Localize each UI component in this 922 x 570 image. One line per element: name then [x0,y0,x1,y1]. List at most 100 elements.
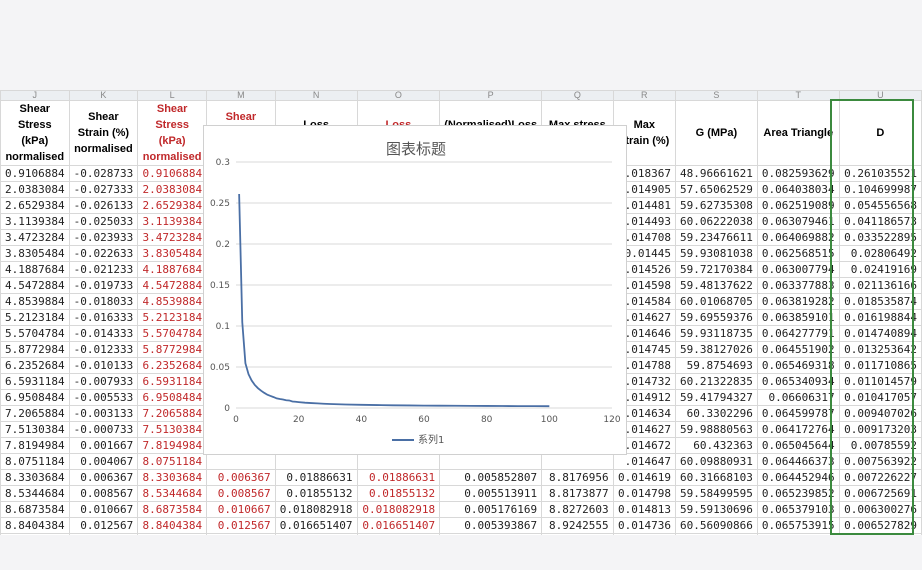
table-cell[interactable]: 7.5130384 [0,421,70,438]
column-letter[interactable]: M [206,90,276,101]
table-cell[interactable]: 0.007563922 [838,453,922,470]
table-cell[interactable]: -0.000733 [68,421,139,438]
table-cell[interactable]: 7.2065884 [137,405,208,422]
table-cell[interactable]: 0.014740894 [838,325,922,342]
column-header[interactable]: Shear Stress (kPa) normalised [0,100,70,166]
table-cell[interactable]: 0.016651407 [274,517,358,534]
table-cell[interactable]: 0.011710865 [838,357,922,374]
table-cell[interactable]: -0.023933 [68,229,139,246]
chart-panel[interactable]: 图表标题 0 0.05 0.1 0.15 0.2 0.25 0.3 0 20 40 60 80 100 1… [203,125,627,455]
table-cell[interactable]: 8.8176956 [541,469,614,486]
table-cell[interactable]: 8.6873584 [137,501,208,518]
table-cell[interactable]: 59.48137622 [674,277,758,294]
table-cell[interactable]: 8.9242555 [541,517,614,534]
table-cell[interactable]: 0.082593629 [756,165,840,182]
table-cell[interactable]: 5.2123184 [0,309,70,326]
table-cell[interactable]: 2.0383084 [0,181,70,198]
table-cell[interactable]: 0.005513911 [439,485,543,502]
table-cell[interactable]: -0.026133 [68,197,139,214]
column-letter[interactable]: J [0,90,70,101]
table-cell[interactable]: 0.054556568 [838,197,922,214]
table-cell[interactable]: 5.8772984 [0,341,70,358]
column-letter[interactable]: K [68,90,139,101]
table-cell[interactable]: 0.104699987 [838,181,922,198]
table-cell[interactable]: 8.5344684 [0,485,70,502]
table-cell[interactable]: -0.010133 [68,357,139,374]
table-cell[interactable]: 3.8305484 [137,245,208,262]
table-cell[interactable]: 0.01855132 [274,485,358,502]
column-letter[interactable]: P [439,90,543,101]
table-cell[interactable]: 0.00785592 [838,437,922,454]
table-cell[interactable]: 8.8272603 [541,501,614,518]
column-letter[interactable]: L [137,90,208,101]
table-cell[interactable]: 0.008567 [206,485,276,502]
table-cell[interactable]: 5.5704784 [137,325,208,342]
table-cell[interactable]: 59.38127026 [674,341,758,358]
table-cell[interactable]: 0.02419169 [838,261,922,278]
table-cell[interactable]: 3.1139384 [137,213,208,230]
table-cell[interactable]: 0.010667 [68,501,139,518]
table-cell[interactable]: 5.8772984 [137,341,208,358]
table-cell[interactable]: 0.006367 [206,469,276,486]
table-cell[interactable]: 0.009407026 [838,405,922,422]
column-letter[interactable]: T [756,90,840,101]
table-cell[interactable]: 0.018082918 [274,501,358,518]
table-cell[interactable]: 8.8173877 [541,485,614,502]
table-cell[interactable]: -0.028733 [68,165,139,182]
table-cell[interactable]: 0.065753915 [756,517,840,534]
column-header[interactable]: G (MPa) [674,100,758,166]
table-cell[interactable]: 6.5931184 [137,373,208,390]
table-cell[interactable]: 57.65062529 [674,181,758,198]
table-cell[interactable]: 7.5130384 [137,421,208,438]
table-cell[interactable]: 0.9106884 [0,165,70,182]
table-cell[interactable]: 3.4723284 [137,229,208,246]
table-cell[interactable]: 0.013253642 [838,341,922,358]
table-cell[interactable]: 2.6529384 [0,197,70,214]
table-cell[interactable]: 0.018535874 [838,293,922,310]
table-cell[interactable]: -0.003133 [68,405,139,422]
table-cell[interactable]: 0.064172764 [756,421,840,438]
table-cell[interactable]: 8.0751184 [137,453,208,470]
table-cell[interactable]: 4.8539884 [137,293,208,310]
table-cell[interactable]: 8.0751184 [0,453,70,470]
table-cell[interactable]: 7.2065884 [0,405,70,422]
table-cell[interactable]: 0.065379103 [756,501,840,518]
table-cell[interactable]: -0.007933 [68,373,139,390]
table-cell[interactable]: 0.064277791 [756,325,840,342]
table-cell[interactable]: 6.2352684 [0,357,70,374]
table-cell[interactable]: 0.006725691 [838,485,922,502]
table-cell[interactable]: 0.065469318 [756,357,840,374]
table-cell[interactable]: 0.016198844 [838,309,922,326]
table-cell[interactable]: 0.014736 [612,517,676,534]
table-cell[interactable]: 8.8404384 [0,517,70,534]
table-cell[interactable]: 0.01886631 [274,469,358,486]
table-cell[interactable]: -0.012333 [68,341,139,358]
table-cell[interactable]: 60.06222038 [674,213,758,230]
table-cell[interactable]: 0.011014579 [838,373,922,390]
table-cell[interactable]: 0.064551902 [756,341,840,358]
table-cell[interactable]: 59.62735308 [674,197,758,214]
table-cell[interactable]: 0.014619 [612,469,676,486]
table-cell[interactable]: 0.064599787 [756,405,840,422]
table-cell[interactable]: 2.6529384 [137,197,208,214]
column-letter[interactable]: Q [541,90,614,101]
table-cell[interactable]: -0.027333 [68,181,139,198]
table-cell[interactable]: 0.016651407 [356,517,441,534]
table-cell[interactable]: -0.021233 [68,261,139,278]
table-cell[interactable]: 60.01068705 [674,293,758,310]
table-cell[interactable]: 0.006300276 [838,501,922,518]
table-cell[interactable]: 4.1887684 [137,261,208,278]
table-cell[interactable]: 8.8404384 [137,517,208,534]
table-cell[interactable]: 0.005176169 [439,501,543,518]
table-cell[interactable]: -0.022633 [68,245,139,262]
table-cell[interactable]: 6.5931184 [0,373,70,390]
table-cell[interactable]: 0.007226227 [838,469,922,486]
table-cell[interactable]: 59.58499595 [674,485,758,502]
table-cell[interactable]: 0.064038034 [756,181,840,198]
column-letter[interactable]: S [674,90,758,101]
table-cell[interactable]: 3.8305484 [0,245,70,262]
table-cell[interactable]: 59.41794327 [674,389,758,406]
table-cell[interactable]: 59.93118735 [674,325,758,342]
column-header[interactable]: Shear Stress (kPa) normalised [137,100,208,166]
table-cell[interactable]: 3.1139384 [0,213,70,230]
